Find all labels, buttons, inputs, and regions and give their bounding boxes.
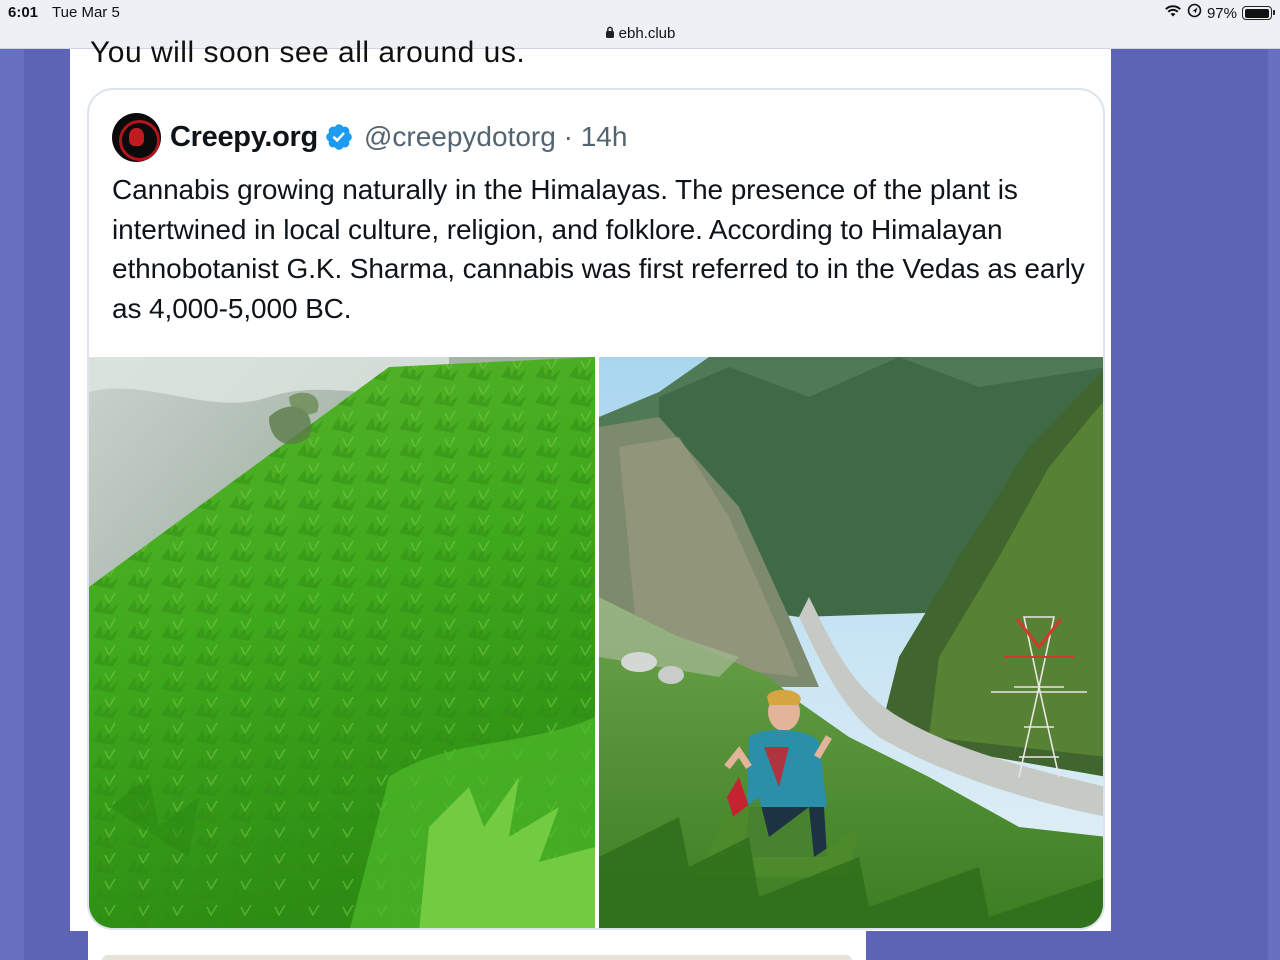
tweet-media — [89, 357, 1103, 928]
tweet-handle-time[interactable]: @creepydotorg · 14h — [364, 121, 627, 153]
previous-paragraph: You will soon see all around us. — [90, 36, 526, 69]
avatar[interactable] — [112, 112, 161, 162]
page-background-right — [1268, 49, 1280, 960]
tweet-display-name[interactable]: Creepy.org — [170, 121, 318, 154]
status-date: Tue Mar 5 — [52, 4, 120, 21]
photo-cannabis-hillside[interactable] — [89, 357, 595, 928]
photo-woman-in-himalayan-valley[interactable] — [599, 357, 1103, 928]
url-text: ebh.club — [618, 25, 676, 42]
battery-percent: 97% — [1206, 4, 1237, 22]
tweet-header: Creepy.org @creepydotorg · 14h — [112, 112, 627, 162]
next-post-image-edge — [102, 955, 852, 960]
location-lock-icon — [1187, 3, 1202, 23]
battery-icon — [1242, 6, 1275, 20]
next-post-card — [88, 931, 866, 960]
page-background-left — [0, 49, 24, 960]
lock-icon — [605, 26, 615, 43]
status-indicators: 97% — [1164, 3, 1275, 23]
battery-fill — [1244, 8, 1269, 18]
status-time: 6:01 — [8, 4, 39, 21]
wifi-icon — [1164, 4, 1182, 23]
verified-badge-icon — [326, 124, 352, 150]
tweet-text: Cannabis growing naturally in the Himala… — [112, 174, 1085, 324]
embedded-tweet[interactable]: Creepy.org @creepydotorg · 14h Cannabis … — [87, 88, 1105, 930]
